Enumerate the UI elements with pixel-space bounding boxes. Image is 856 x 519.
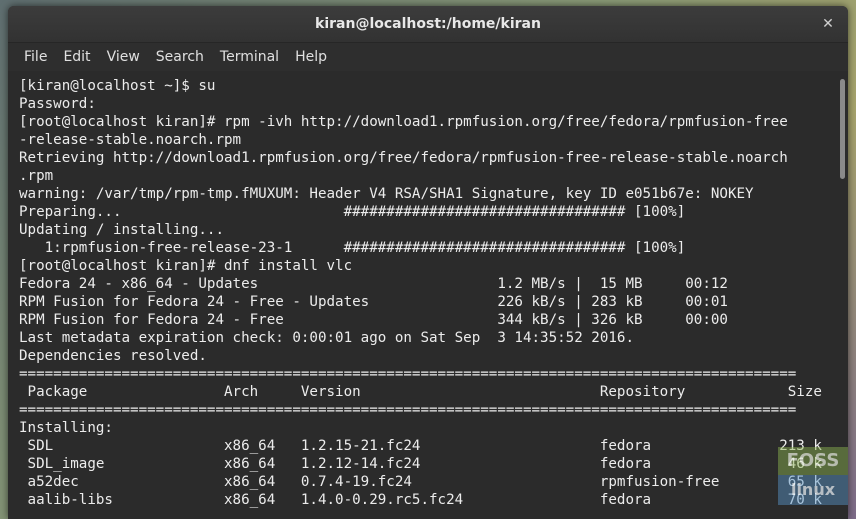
terminal-line: a52dec x86_64 0.7.4-19.fc24 rpmfusion-fr… — [19, 474, 822, 490]
terminal-line: Installing: — [19, 420, 113, 436]
terminal-line: Last metadata expiration check: 0:00:01 … — [19, 330, 634, 346]
terminal-line: aalib-libs x86_64 1.4.0-0.29.rc5.fc24 fe… — [19, 492, 822, 508]
terminal-line: ========================================… — [19, 366, 797, 382]
terminal-line: [kiran@localhost ~]$ su — [19, 78, 216, 94]
terminal-line: .rpm — [19, 168, 54, 184]
watermark-bottom: linux — [778, 475, 848, 505]
terminal-window: kiran@localhost:/home/kiran ✕ File Edit … — [8, 6, 848, 519]
title-bar[interactable]: kiran@localhost:/home/kiran ✕ — [8, 6, 848, 43]
terminal-line: Package Arch Version Repository Size — [19, 384, 822, 400]
terminal-line: SDL_image x86_64 1.2.12-14.fc24 fedora 4… — [19, 456, 822, 472]
menu-terminal[interactable]: Terminal — [212, 43, 287, 71]
terminal-line: warning: /var/tmp/rpm-tmp.fMUXUM: Header… — [19, 186, 754, 202]
menu-help[interactable]: Help — [287, 43, 335, 71]
watermark-top: FOSS — [778, 447, 848, 475]
terminal-output[interactable]: [kiran@localhost ~]$ su Password: [root@… — [8, 71, 836, 519]
menu-file[interactable]: File — [16, 43, 55, 71]
terminal-line: 1:rpmfusion-free-release-23-1 ##########… — [19, 240, 686, 256]
terminal-line: RPM Fusion for Fedora 24 - Free 344 kB/s… — [19, 312, 728, 328]
terminal-line: RPM Fusion for Fedora 24 - Free - Update… — [19, 294, 728, 310]
terminal-line: ========================================… — [19, 402, 797, 418]
terminal-line: -release-stable.noarch.rpm — [19, 132, 242, 148]
window-title: kiran@localhost:/home/kiran — [315, 16, 541, 32]
scrollbar-thumb[interactable] — [840, 79, 845, 179]
menu-search[interactable]: Search — [148, 43, 212, 71]
terminal-line: [root@localhost kiran]# rpm -ivh http://… — [19, 114, 788, 130]
terminal-line: Retrieving http://download1.rpmfusion.or… — [19, 150, 788, 166]
menu-view[interactable]: View — [99, 43, 148, 71]
terminal-line: Preparing... ###########################… — [19, 204, 686, 220]
terminal-line: [root@localhost kiran]# dnf install vlc — [19, 258, 353, 274]
watermark-logo: FOSS linux — [778, 447, 848, 505]
terminal-line: Password: — [19, 96, 96, 112]
terminal-line: SDL x86_64 1.2.15-21.fc24 fedora 213 k — [19, 438, 822, 454]
menu-bar: File Edit View Search Terminal Help — [8, 43, 848, 71]
terminal-line: Updating / installing... — [19, 222, 224, 238]
terminal-line: Fedora 24 - x86_64 - Updates 1.2 MB/s | … — [19, 276, 728, 292]
terminal-line: Dependencies resolved. — [19, 348, 207, 364]
menu-edit[interactable]: Edit — [55, 43, 98, 71]
close-icon[interactable]: ✕ — [818, 14, 838, 34]
